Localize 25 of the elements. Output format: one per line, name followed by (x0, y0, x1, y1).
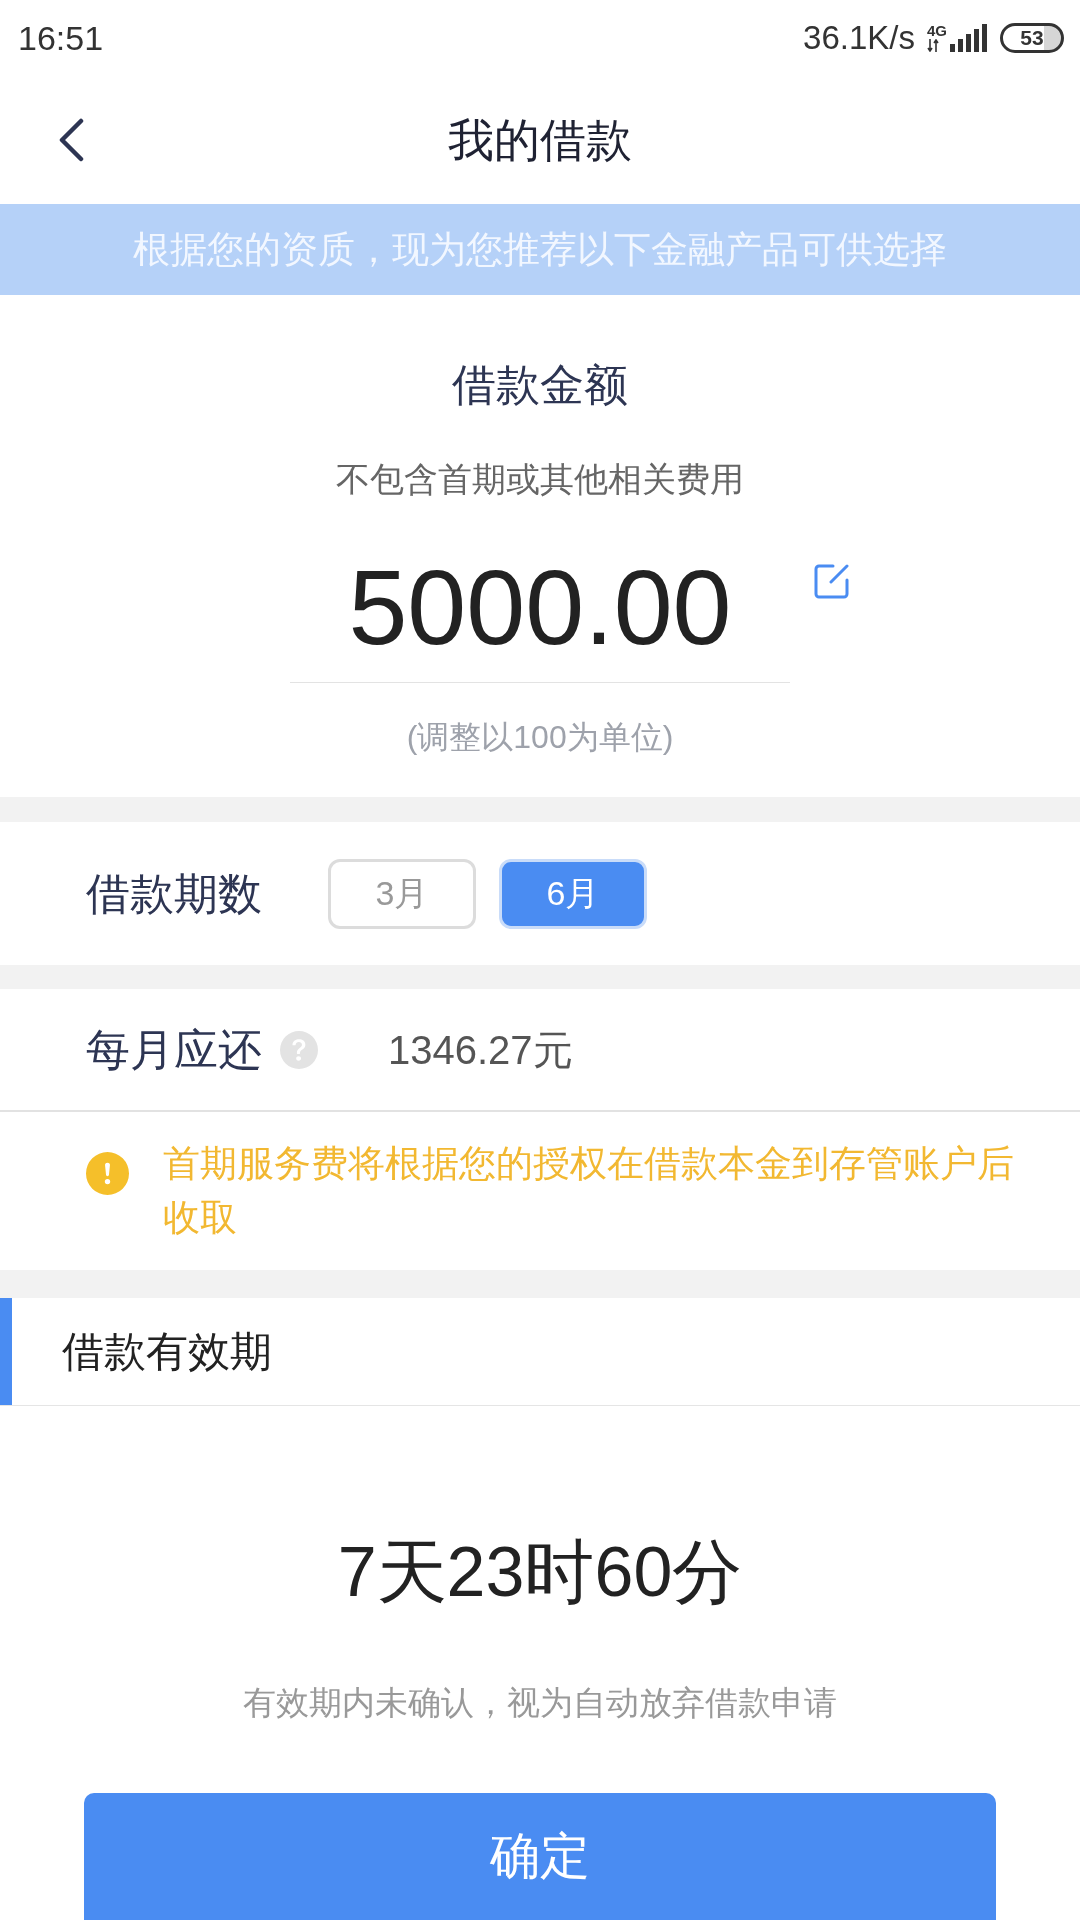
notice-text: 首期服务费将根据您的授权在借款本金到存管账户后收取 (163, 1142, 1015, 1240)
confirm-button[interactable]: 确定 (84, 1793, 996, 1920)
status-time: 16:51 (18, 17, 104, 58)
monthly-value: 1346.27元 (388, 1026, 573, 1074)
validity-note: 有效期内未确认，视为自动放弃借款申请 (243, 1683, 837, 1723)
back-icon (58, 117, 84, 162)
validity-title: 借款有效期 (62, 1326, 272, 1377)
banner-text: 根据您的资质，现为您推荐以下金融产品可供选择 (133, 227, 947, 272)
amount-title: 借款金额 (452, 359, 628, 411)
term-option[interactable]: 6月 (499, 858, 647, 929)
edit-icon[interactable] (814, 564, 849, 599)
battery-text: 53 (1020, 26, 1044, 49)
monthly-label: 每月应还 (86, 1023, 262, 1076)
warning-icon (86, 1152, 129, 1195)
signal-icon (950, 24, 988, 52)
amount-hint: (调整以100为单位) (406, 718, 674, 757)
page-title: 我的借款 (448, 112, 632, 168)
countdown-text: 7天23时60分 (337, 1532, 743, 1613)
up-down-arrows-icon (927, 39, 939, 52)
network-type: 4G (927, 23, 947, 38)
term-option[interactable]: 3月 (328, 858, 476, 929)
network-speed: 36.1K/s (803, 17, 915, 58)
term-label: 借款期数 (86, 867, 262, 920)
amount-subtitle: 不包含首期或其他相关费用 (336, 459, 744, 500)
amount-field[interactable]: 5000.00 (290, 554, 790, 683)
